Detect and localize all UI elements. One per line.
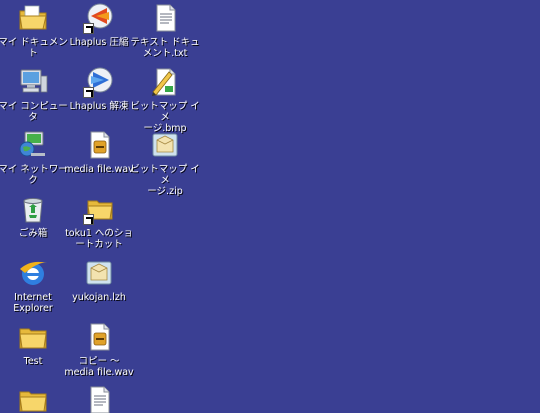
desktop-icon-label: コピー ～ media file.wav bbox=[64, 356, 134, 378]
text-file-icon bbox=[149, 2, 181, 34]
shortcut-arrow-icon bbox=[83, 214, 94, 225]
lhaplus-extract-icon bbox=[83, 66, 115, 98]
desktop-icon-toku1-shortcut[interactable]: toku1 へのショ ートカット bbox=[65, 193, 133, 250]
desktop-icon-lhaplus-extract[interactable]: Lhaplus 解凍 bbox=[67, 66, 131, 112]
desktop-icon-bitmap-image-zip[interactable]: ビットマップ イメ ージ.zip bbox=[130, 129, 200, 197]
text-file-icon bbox=[83, 384, 115, 413]
desktop-icon-label: yukojan.lzh bbox=[72, 292, 126, 303]
desktop-icon-media-file-wav[interactable]: media file.wav bbox=[64, 129, 134, 175]
my-network-icon bbox=[17, 129, 49, 161]
wav-file-icon bbox=[83, 129, 115, 161]
desktop-icon-recycle-bin[interactable]: ごみ箱 bbox=[1, 193, 65, 239]
my-computer-icon bbox=[17, 66, 49, 98]
desktop-icon-internet-explorer[interactable]: Internet Explorer bbox=[1, 257, 65, 314]
lhaplus-compress-icon bbox=[83, 2, 115, 34]
bitmap-image-icon bbox=[149, 66, 181, 98]
desktop-icon-my-documents[interactable]: マイ ドキュメント bbox=[0, 2, 68, 59]
desktop-icon-folder[interactable] bbox=[1, 384, 65, 413]
recycle-bin-icon bbox=[17, 193, 49, 225]
desktop-icon-yukojan-lzh[interactable]: yukojan.lzh bbox=[67, 257, 131, 303]
desktop-icon-my-network[interactable]: マイ ネットワーク bbox=[0, 129, 68, 186]
desktop-icon-text-document-txt[interactable]: テキスト ドキュ メント.txt bbox=[130, 2, 200, 59]
lzh-archive-icon bbox=[83, 257, 115, 289]
folder-shortcut-icon bbox=[83, 193, 115, 225]
desktop-icon-label: テキスト ドキュ メント.txt bbox=[130, 37, 200, 59]
desktop-icon-text-file[interactable] bbox=[67, 384, 131, 413]
desktop-icon-label: toku1 へのショ ートカット bbox=[65, 228, 133, 250]
zip-archive-icon bbox=[149, 129, 181, 161]
folder-icon bbox=[17, 384, 49, 413]
shortcut-arrow-icon bbox=[83, 23, 94, 34]
my-documents-icon bbox=[17, 2, 49, 34]
wav-file-icon bbox=[83, 321, 115, 353]
desktop-icon-copy-media-file-wav[interactable]: コピー ～ media file.wav bbox=[64, 321, 134, 378]
desktop-icon-test-folder[interactable]: Test bbox=[1, 321, 65, 367]
desktop-icon-label: ビットマップ イメ ージ.zip bbox=[130, 164, 200, 197]
desktop[interactable]: マイ ドキュメント マイ コンピュータ マイ ネットワーク ごみ箱 Intern… bbox=[0, 0, 540, 413]
folder-icon bbox=[17, 321, 49, 353]
shortcut-arrow-icon bbox=[83, 87, 94, 98]
desktop-icon-my-computer[interactable]: マイ コンピュータ bbox=[0, 66, 68, 123]
desktop-icon-bitmap-image-bmp[interactable]: ビットマップ イメ ージ.bmp bbox=[130, 66, 200, 134]
internet-explorer-icon bbox=[17, 257, 49, 289]
desktop-icon-lhaplus-compress[interactable]: Lhaplus 圧縮 bbox=[67, 2, 131, 48]
